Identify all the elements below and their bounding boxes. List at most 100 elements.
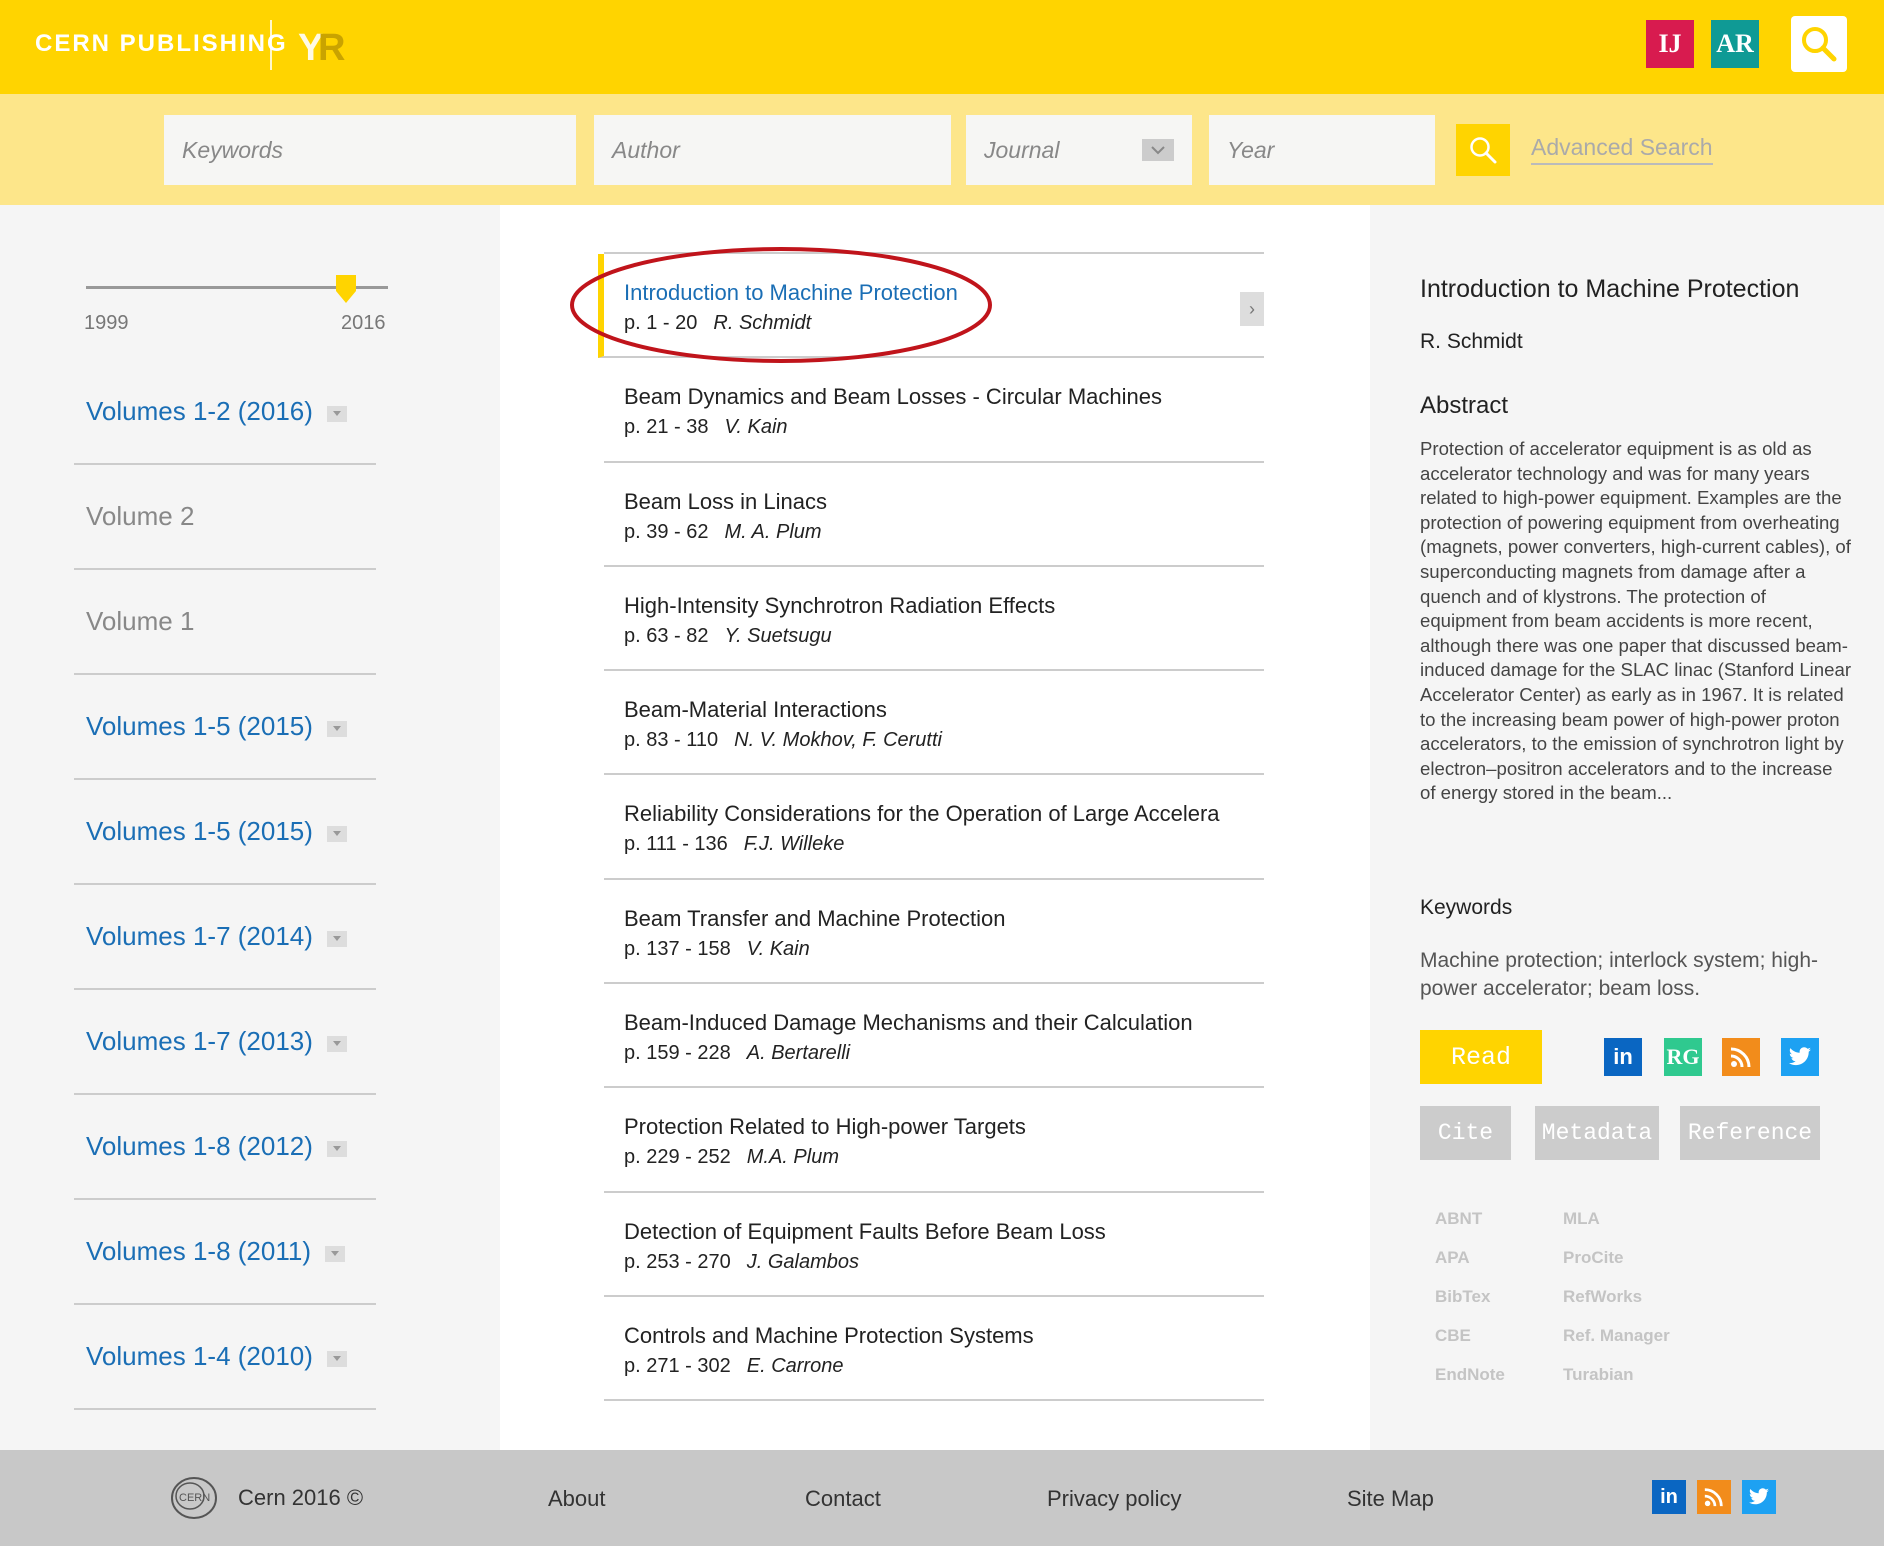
cite-button[interactable]: Cite (1420, 1106, 1511, 1160)
chevron-down-icon[interactable] (326, 1035, 347, 1052)
article-author: E. Carrone (746, 1354, 844, 1377)
author-input[interactable]: Author (594, 115, 951, 185)
citation-format-option[interactable]: BibTex (1435, 1287, 1505, 1326)
volume-item[interactable]: Volumes 1-4 (2010) (74, 1305, 376, 1410)
article-title[interactable]: Reliability Considerations for the Opera… (624, 801, 1264, 827)
volume-label: Volumes 1-7 (2013) (86, 1026, 313, 1056)
chevron-right-icon[interactable]: › (1240, 292, 1264, 326)
article-row[interactable]: Beam Transfer and Machine Protection p. 1… (604, 880, 1264, 985)
reference-button[interactable]: Reference (1680, 1106, 1820, 1160)
article-title[interactable]: Protection Related to High-power Targets (624, 1114, 1264, 1140)
citation-formats-col-2: MLA ProCite RefWorks Ref. Manager Turabian (1563, 1209, 1670, 1404)
citation-format-option[interactable]: CBE (1435, 1326, 1505, 1365)
volume-item[interactable]: Volumes 1-7 (2014) (74, 885, 376, 990)
article-title[interactable]: Beam Transfer and Machine Protection (624, 906, 1264, 932)
footer: CERN Cern 2016 © About Contact Privacy p… (0, 1450, 1884, 1546)
footer-privacy-link[interactable]: Privacy policy (1047, 1486, 1181, 1512)
article-row[interactable]: Beam-Material Interactions p. 83 - 110 N. … (604, 671, 1264, 776)
article-pages: p. 21 - 38 (624, 416, 709, 439)
chevron-down-icon[interactable] (324, 1245, 345, 1262)
article-pages: p. 83 - 110 (624, 729, 719, 752)
article-title[interactable]: Controls and Machine Protection Systems (624, 1323, 1264, 1349)
article-row[interactable]: Protection Related to High-power Targets… (604, 1088, 1264, 1193)
citation-format-option[interactable]: EndNote (1435, 1365, 1505, 1404)
twitter-icon[interactable] (1742, 1480, 1776, 1514)
metadata-button[interactable]: Metadata (1535, 1106, 1659, 1160)
volume-item[interactable]: Volumes 1-5 (2015) (74, 780, 376, 885)
article-meta: p. 63 - 82 Y. Suetsugu (624, 625, 1264, 648)
advanced-search-link[interactable]: Advanced Search (1531, 134, 1713, 165)
chevron-down-icon[interactable] (326, 405, 347, 422)
detail-author: R. Schmidt (1420, 330, 1523, 353)
article-meta: p. 111 - 136 F.J. Willeke (624, 833, 1264, 856)
yellow-reports-logo[interactable]: Y R (298, 22, 352, 68)
chevron-down-icon[interactable] (326, 930, 347, 947)
linkedin-icon[interactable]: in (1604, 1038, 1642, 1076)
volume-item[interactable]: Volume 2 (74, 465, 376, 570)
citation-format-option[interactable]: Ref. Manager (1563, 1326, 1670, 1365)
brand-name[interactable]: CERN PUBLISHING (35, 30, 288, 58)
article-title[interactable]: High-Intensity Synchrotron Radiation Eff… (624, 593, 1264, 619)
article-author: N. V. Mokhov, F. Cerutti (734, 729, 942, 752)
article-author: A. Bertarelli (746, 1042, 851, 1065)
citation-format-option[interactable]: ABNT (1435, 1209, 1505, 1248)
rss-icon[interactable] (1697, 1480, 1731, 1514)
volume-item[interactable]: Volume 1 (74, 570, 376, 675)
volume-item[interactable]: Volumes 1-5 (2015) (74, 675, 376, 780)
chevron-down-icon[interactable] (326, 720, 347, 737)
chevron-down-icon[interactable] (326, 1350, 347, 1367)
article-author: V. Kain (746, 937, 810, 960)
ar-journal-icon[interactable]: AR (1711, 20, 1759, 68)
keywords-heading: Keywords (1420, 896, 1513, 919)
journal-select[interactable]: Journal (966, 115, 1192, 185)
slider-max-year: 2016 (341, 312, 386, 334)
citation-formats-col-1: ABNT APA BibTex CBE EndNote (1435, 1209, 1505, 1404)
chevron-down-icon[interactable] (326, 825, 347, 842)
article-author: V. Kain (724, 416, 788, 439)
article-row[interactable]: Reliability Considerations for the Opera… (604, 775, 1264, 880)
search-button[interactable] (1456, 124, 1510, 176)
article-title[interactable]: Beam Dynamics and Beam Losses - Circular… (624, 384, 1264, 410)
year-input[interactable]: Year (1209, 115, 1435, 185)
volume-item[interactable]: Volumes 1-7 (2013) (74, 990, 376, 1095)
article-author: Y. Suetsugu (724, 624, 832, 647)
citation-format-option[interactable]: RefWorks (1563, 1287, 1670, 1326)
footer-about-link[interactable]: About (548, 1486, 606, 1512)
article-title[interactable]: Beam Loss in Linacs (624, 489, 1264, 515)
article-row[interactable]: Beam Dynamics and Beam Losses - Circular… (604, 358, 1264, 463)
ij-journal-icon[interactable]: IJ (1646, 20, 1694, 68)
article-title[interactable]: Beam-Material Interactions (624, 697, 1264, 723)
chevron-down-icon[interactable] (1142, 139, 1174, 161)
volume-item[interactable]: Volumes 1-2 (2016) (74, 360, 376, 465)
article-row[interactable]: Beam Loss in Linacs p. 39 - 62 M. A. Plum (604, 463, 1264, 567)
detail-title: Introduction to Machine Protection (1420, 275, 1800, 303)
volume-label: Volumes 1-2 (2016) (86, 396, 313, 426)
footer-sitemap-link[interactable]: Site Map (1347, 1486, 1434, 1512)
article-title[interactable]: Detection of Equipment Faults Before Bea… (624, 1219, 1264, 1245)
rss-icon[interactable] (1722, 1038, 1760, 1076)
footer-contact-link[interactable]: Contact (805, 1486, 881, 1512)
volume-item[interactable]: Volumes 1-8 (2012) (74, 1095, 376, 1200)
citation-format-option[interactable]: ProCite (1563, 1248, 1670, 1287)
citation-format-option[interactable]: Turabian (1563, 1365, 1670, 1404)
year-slider-handle[interactable] (336, 275, 356, 303)
header-search-button[interactable] (1791, 16, 1847, 72)
article-row[interactable]: Detection of Equipment Faults Before Bea… (604, 1193, 1264, 1297)
slider-min-year: 1999 (84, 312, 129, 334)
cern-logo-icon[interactable]: CERN (166, 1470, 222, 1526)
twitter-icon[interactable] (1781, 1038, 1819, 1076)
keywords-input[interactable]: Keywords (164, 115, 576, 185)
article-row[interactable]: Beam-Induced Damage Mechanisms and their… (604, 984, 1264, 1089)
article-title[interactable]: Beam-Induced Damage Mechanisms and their… (624, 1010, 1264, 1036)
volume-item[interactable]: Volumes 1-8 (2011) (74, 1200, 376, 1305)
citation-format-option[interactable]: APA (1435, 1248, 1505, 1287)
citation-format-option[interactable]: MLA (1563, 1209, 1670, 1248)
linkedin-icon[interactable]: in (1652, 1480, 1686, 1514)
article-list-panel: Introduction to Machine Protection p. 1 -… (500, 205, 1370, 1450)
chevron-down-icon[interactable] (326, 1140, 347, 1157)
read-button[interactable]: Read (1420, 1030, 1542, 1084)
article-row[interactable]: High-Intensity Synchrotron Radiation Eff… (604, 567, 1264, 672)
researchgate-icon[interactable]: RG (1664, 1038, 1702, 1076)
article-row[interactable]: Controls and Machine Protection Systems p… (604, 1297, 1264, 1402)
article-author: F.J. Willeke (743, 833, 845, 856)
